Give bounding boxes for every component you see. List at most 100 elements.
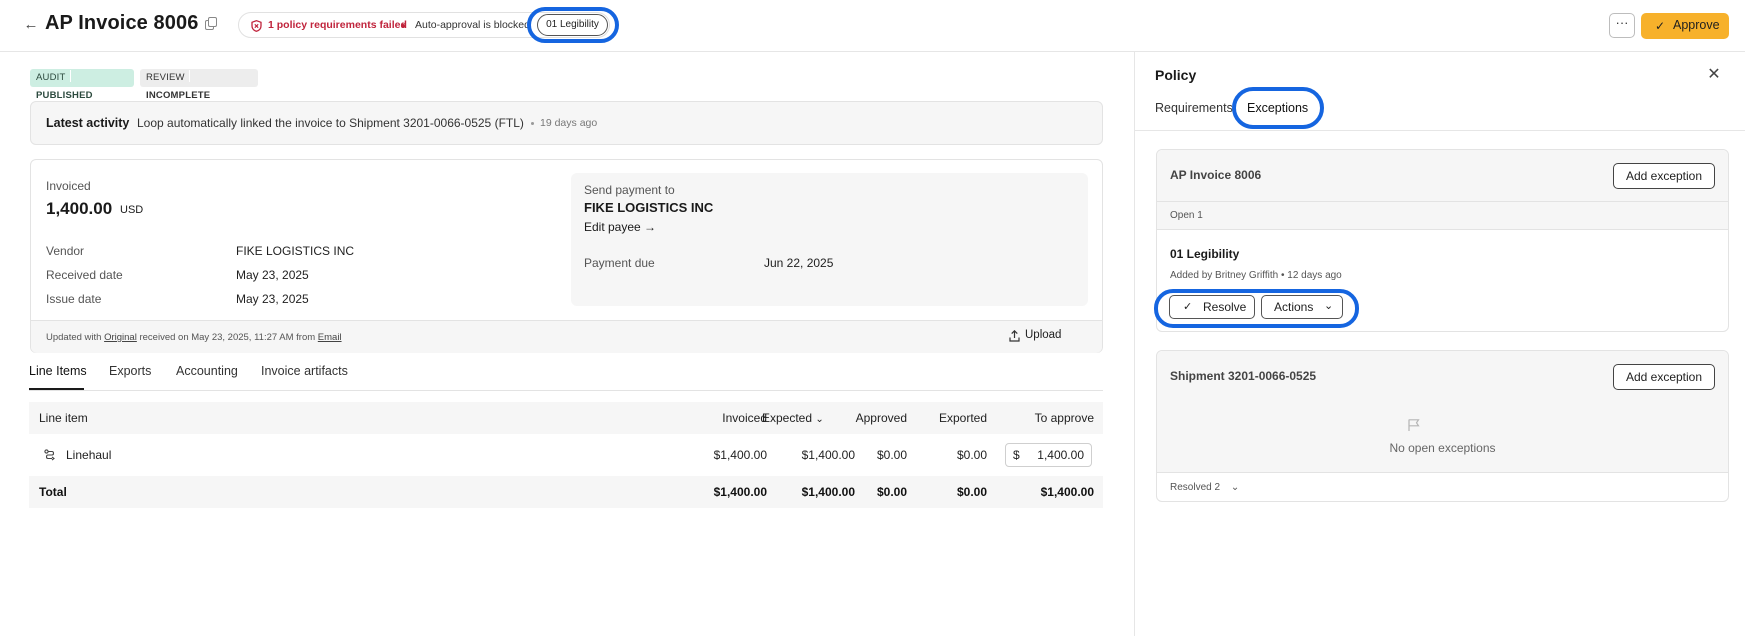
policy-fail-text: 1 policy requirements failed <box>268 19 407 31</box>
to-approve-currency: $ <box>1013 448 1020 462</box>
flag-icon <box>1408 419 1420 431</box>
panel-tabs-divider <box>1135 130 1745 131</box>
approve-button[interactable]: ✓ Approve <box>1641 13 1729 39</box>
total-to-approve: $1,400.00 <box>1040 485 1094 499</box>
activity-label: Latest activity <box>46 116 130 130</box>
tab-requirements[interactable]: Requirements <box>1155 101 1233 115</box>
col-invoiced: Invoiced <box>722 411 767 425</box>
active-tab-underline <box>29 388 84 390</box>
add-exception-button[interactable]: Add exception <box>1613 163 1715 189</box>
invoiced-amount: 1,400.00 <box>46 199 113 218</box>
panel-divider <box>1134 52 1135 636</box>
open-exceptions-row: Open 1 <box>1157 202 1728 230</box>
legibility-chip[interactable]: 01 Legibility <box>537 14 608 36</box>
exception-meta: Added by Britney Griffith • 12 days ago <box>1170 270 1342 281</box>
tab-exports[interactable]: Exports <box>109 364 151 378</box>
latest-activity-bar: Latest activity Loop automatically linke… <box>30 101 1103 145</box>
review-tag-label: REVIEW <box>146 72 185 83</box>
more-options-button[interactable]: ··· <box>1609 13 1635 38</box>
payment-due-value: Jun 22, 2025 <box>764 256 834 270</box>
original-link[interactable]: Original <box>104 332 137 343</box>
resolved-toggle[interactable]: Resolved 2 ⌄ <box>1170 482 1239 493</box>
vendor-label: Vendor <box>46 244 85 258</box>
upload-button[interactable]: Upload <box>1009 329 1062 342</box>
actions-label: Actions <box>1274 300 1314 314</box>
col-expected[interactable]: Expected ⌄ <box>762 411 824 425</box>
page-title: AP Invoice 8006 <box>45 12 199 34</box>
total-approved: $0.00 <box>876 485 907 499</box>
line-item-exported: $0.00 <box>956 448 987 462</box>
footer-prefix: Updated with <box>46 332 102 343</box>
chevron-down-icon: ⌄ <box>1230 482 1240 493</box>
payee-name: FIKE LOGISTICS INC <box>584 200 714 215</box>
col-exported: Exported <box>938 411 987 425</box>
invoiced-label: Invoiced <box>46 179 91 193</box>
issue-date-value: May 23, 2025 <box>236 292 309 306</box>
table-row: Linehaul $1,400.00 $1,400.00 $0.00 $0.00… <box>29 439 1103 471</box>
tab-line-items[interactable]: Line Items <box>29 364 87 378</box>
resolve-button[interactable]: ✓ Resolve <box>1169 295 1255 319</box>
empty-exceptions-state: No open exceptions <box>1157 403 1728 473</box>
back-arrow-icon[interactable]: ← <box>22 16 40 34</box>
received-date-value: May 23, 2025 <box>236 268 309 282</box>
open-count-label: Open 1 <box>1170 210 1203 221</box>
page-header: ← AP Invoice 8006 1 policy requirements … <box>0 0 1745 52</box>
check-icon: ✓ <box>1183 301 1193 313</box>
line-item-invoiced: $1,400.00 <box>713 448 767 462</box>
card-header: Shipment 3201-0066-0525 Add exception <box>1157 351 1728 403</box>
table-total-row: Total $1,400.00 $1,400.00 $0.00 $0.00 $1… <box>29 476 1103 508</box>
approve-label: Approve <box>1673 18 1720 32</box>
close-icon[interactable]: ✕ <box>1706 67 1722 83</box>
shipment-exceptions-card: Shipment 3201-0066-0525 Add exception No… <box>1156 350 1729 502</box>
vendor-value: FIKE LOGISTICS INC <box>236 244 355 258</box>
col-expected-label: Expected <box>762 411 813 425</box>
line-item-name: Linehaul <box>66 448 112 462</box>
shield-icon <box>251 20 262 32</box>
col-line-item: Line item <box>39 411 88 425</box>
edit-payee-link[interactable]: Edit payee → <box>584 220 656 234</box>
chevron-down-icon: ⌄ <box>1324 300 1334 312</box>
review-status-tag: REVIEW INCOMPLETE <box>140 69 258 101</box>
to-approve-amount: 1,400.00 <box>1037 448 1084 462</box>
issue-date-label: Issue date <box>46 292 102 306</box>
payee-box: Send payment to FIKE LOGISTICS INC Edit … <box>571 173 1088 306</box>
resolved-label: Resolved 2 <box>1170 482 1221 493</box>
route-icon <box>44 449 55 461</box>
dot-separator <box>401 24 405 28</box>
footer-middle: received on May 23, 2025, 11:27 AM from <box>139 332 316 343</box>
col-approved: Approved <box>855 411 907 425</box>
total-exported: $0.00 <box>956 485 987 499</box>
payment-due-label: Payment due <box>584 256 655 270</box>
no-open-exceptions-text: No open exceptions <box>1389 441 1496 455</box>
resolve-label: Resolve <box>1203 300 1247 314</box>
card-title: AP Invoice 8006 <box>1170 168 1262 182</box>
invoiced-currency: USD <box>120 204 144 216</box>
exception-name: 01 Legibility <box>1170 247 1240 261</box>
auto-approval-text: Auto-approval is blocked <box>415 19 530 31</box>
tab-accounting[interactable]: Accounting <box>176 364 238 378</box>
activity-text: Loop automatically linked the invoice to… <box>137 116 524 130</box>
chevron-down-icon: ⌄ <box>815 414 824 425</box>
total-label: Total <box>39 485 67 499</box>
send-payment-label: Send payment to <box>584 183 675 197</box>
add-exception-button[interactable]: Add exception <box>1613 364 1715 390</box>
line-item-expected: $1,400.00 <box>801 448 855 462</box>
copy-icon[interactable] <box>205 17 219 31</box>
upload-label: Upload <box>1025 329 1062 341</box>
card-title: Shipment 3201-0066-0525 <box>1170 369 1317 383</box>
email-link[interactable]: Email <box>318 332 342 343</box>
activity-time: 19 days ago <box>540 117 598 129</box>
tab-invoice-artifacts[interactable]: Invoice artifacts <box>261 364 348 378</box>
to-approve-input[interactable]: $ 1,400.00 <box>1005 443 1092 467</box>
received-date-label: Received date <box>46 268 123 282</box>
summary-footer: Updated with Original received on May 23… <box>31 320 1102 353</box>
table-header-row: Line item Invoiced Expected ⌄ Approved E… <box>29 402 1103 434</box>
card-header: AP Invoice 8006 Add exception <box>1157 150 1728 202</box>
updated-text: Updated with Original received on May 23… <box>46 332 342 343</box>
audit-tag-value: PUBLISHED <box>36 90 93 101</box>
audit-tag-label: AUDIT <box>36 72 66 83</box>
check-icon: ✓ <box>1655 19 1666 33</box>
total-expected: $1,400.00 <box>801 485 855 499</box>
tab-exceptions[interactable]: Exceptions <box>1247 101 1308 115</box>
actions-dropdown-button[interactable]: Actions ⌄ <box>1261 295 1343 319</box>
